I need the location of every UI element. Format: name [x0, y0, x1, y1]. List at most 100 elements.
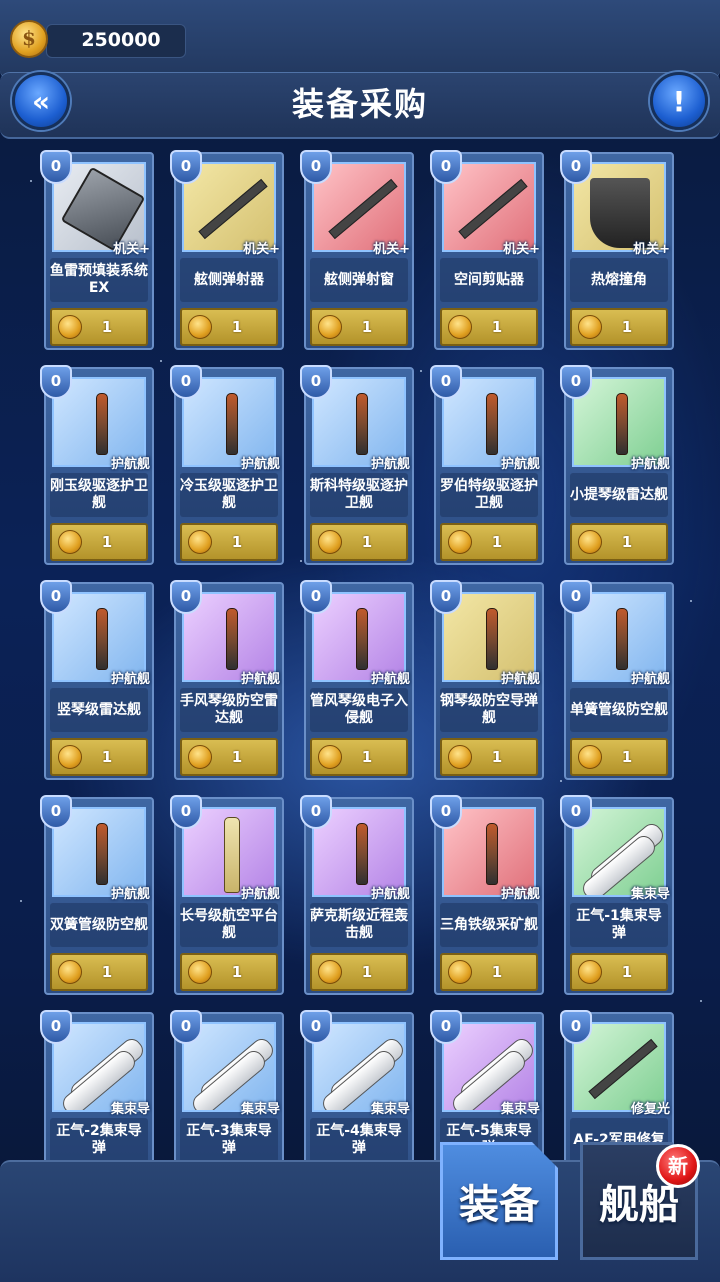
- item-name: 管风琴级电子入侵舰: [310, 688, 408, 732]
- level-shield-badge: 0: [560, 580, 592, 614]
- back-button[interactable]: «: [12, 72, 70, 130]
- item-card[interactable]: 护航舰 0 长号级航空平台舰 1: [170, 795, 284, 995]
- item-card[interactable]: 护航舰 0 罗伯特级驱逐护卫舰 1: [430, 365, 544, 565]
- buy-button[interactable]: 1: [180, 523, 278, 561]
- coin-icon: [188, 745, 212, 769]
- item-category: 机关+: [113, 242, 150, 257]
- coin-icon: [578, 315, 602, 339]
- tab-equipment-label: 装备: [459, 1182, 539, 1228]
- item-card[interactable]: 机关+ 0 舷侧弹射窗 1: [300, 150, 414, 350]
- buy-button[interactable]: 1: [570, 738, 668, 776]
- coin-icon: [578, 530, 602, 554]
- coin-icon: [318, 745, 342, 769]
- coin-icon: [188, 315, 212, 339]
- item-category: 护航舰: [500, 672, 540, 687]
- buy-button[interactable]: 1: [440, 738, 538, 776]
- item-card[interactable]: 机关+ 0 热熔撞角 1: [560, 150, 674, 350]
- item-card[interactable]: 护航舰 0 冷玉级驱逐护卫舰 1: [170, 365, 284, 565]
- ship-icon: [486, 393, 498, 455]
- long-icon: [224, 817, 240, 893]
- level-shield-badge: 0: [170, 365, 202, 399]
- buy-button[interactable]: 1: [570, 953, 668, 991]
- buy-button[interactable]: 1: [50, 953, 148, 991]
- item-name: 正气-1集束导弹: [570, 903, 668, 947]
- item-card[interactable]: 护航舰 0 手风琴级防空雷达舰 1: [170, 580, 284, 780]
- ship-icon: [96, 608, 108, 670]
- buy-button[interactable]: 1: [180, 308, 278, 346]
- item-price: 1: [231, 533, 243, 551]
- buy-button[interactable]: 1: [440, 953, 538, 991]
- item-name: 正气-2集束导弹: [50, 1118, 148, 1160]
- item-card[interactable]: 护航舰 0 刚玉级驱逐护卫舰 1: [40, 365, 154, 565]
- item-card[interactable]: 集束导0正气-4集束导弹1: [300, 1010, 414, 1160]
- item-name: 罗伯特级驱逐护卫舰: [440, 473, 538, 517]
- item-price: 1: [361, 533, 373, 551]
- level-shield-badge: 0: [170, 150, 202, 184]
- level-shield-badge: 0: [560, 365, 592, 399]
- item-card[interactable]: 护航舰 0 斯科特级驱逐护卫舰 1: [300, 365, 414, 565]
- ship-icon: [226, 608, 238, 670]
- buy-button[interactable]: 1: [440, 523, 538, 561]
- item-card[interactable]: 集束导0正气-2集束导弹1: [40, 1010, 154, 1160]
- item-card[interactable]: 护航舰 0 竖琴级雷达舰 1: [40, 580, 154, 780]
- buy-button[interactable]: 1: [570, 523, 668, 561]
- item-category: 机关+: [503, 242, 540, 257]
- double-chevron-left-icon: «: [31, 84, 51, 118]
- item-card[interactable]: 护航舰 0 管风琴级电子入侵舰 1: [300, 580, 414, 780]
- item-category: 护航舰: [370, 457, 410, 472]
- level-shield-badge: 0: [170, 795, 202, 829]
- coin-icon: [58, 960, 82, 984]
- info-button[interactable]: !: [650, 72, 708, 130]
- item-category: 护航舰: [500, 457, 540, 472]
- buy-button[interactable]: 1: [310, 523, 408, 561]
- level-shield-badge: 0: [430, 1010, 462, 1044]
- item-card[interactable]: 集束导 0 正气-1集束导弹 1: [560, 795, 674, 995]
- buy-button[interactable]: 1: [180, 953, 278, 991]
- ship-icon: [356, 393, 368, 455]
- buy-button[interactable]: 1: [310, 308, 408, 346]
- item-card[interactable]: 集束导0正气-3集束导弹1: [170, 1010, 284, 1160]
- buy-button[interactable]: 1: [50, 738, 148, 776]
- item-name: 刚玉级驱逐护卫舰: [50, 473, 148, 517]
- item-category: 修复光: [630, 1102, 670, 1117]
- coin-icon: [578, 745, 602, 769]
- tab-equipment[interactable]: 装备: [440, 1142, 558, 1260]
- ship-icon: [356, 608, 368, 670]
- ship-icon: [486, 608, 498, 670]
- item-name: 冷玉级驱逐护卫舰: [180, 473, 278, 517]
- buy-button[interactable]: 1: [50, 308, 148, 346]
- buy-button[interactable]: 1: [180, 738, 278, 776]
- item-card[interactable]: 护航舰 0 单簧管级防空舰 1: [560, 580, 674, 780]
- item-card[interactable]: 护航舰 0 小提琴级雷达舰 1: [560, 365, 674, 565]
- level-shield-badge: 0: [170, 1010, 202, 1044]
- item-category: 机关+: [373, 242, 410, 257]
- item-card[interactable]: 修复光0AF-2军用修复1: [560, 1010, 674, 1160]
- item-card[interactable]: 护航舰 0 三角铁级采矿舰 1: [430, 795, 544, 995]
- item-name: 正气-4集束导弹: [310, 1118, 408, 1160]
- coin-icon: [58, 315, 82, 339]
- buy-button[interactable]: 1: [310, 953, 408, 991]
- item-name: 单簧管级防空舰: [570, 688, 668, 732]
- item-card[interactable]: 机关+ 0 舷侧弹射器 1: [170, 150, 284, 350]
- item-price: 1: [621, 748, 633, 766]
- buy-button[interactable]: 1: [440, 308, 538, 346]
- buy-button[interactable]: 1: [310, 738, 408, 776]
- item-card[interactable]: 机关+ 0 鱼雷预填装系统EX 1: [40, 150, 154, 350]
- item-card[interactable]: 护航舰 0 萨克斯级近程轰击舰 1: [300, 795, 414, 995]
- item-name: 手风琴级防空雷达舰: [180, 688, 278, 732]
- item-category: 护航舰: [500, 887, 540, 902]
- level-shield-badge: 0: [560, 150, 592, 184]
- item-name: 热熔撞角: [570, 258, 668, 302]
- level-shield-badge: 0: [560, 1010, 592, 1044]
- page-title: 装备采购: [291, 85, 428, 123]
- ship-icon: [96, 823, 108, 885]
- new-badge: 新: [656, 1144, 700, 1188]
- item-card[interactable]: 机关+ 0 空间剪贴器 1: [430, 150, 544, 350]
- buy-button[interactable]: 1: [50, 523, 148, 561]
- item-card[interactable]: 护航舰 0 钢琴级防空导弹舰 1: [430, 580, 544, 780]
- buy-button[interactable]: 1: [570, 308, 668, 346]
- item-card[interactable]: 集束导0正气-5集束导弹1: [430, 1010, 544, 1160]
- item-card[interactable]: 护航舰 0 双簧管级防空舰 1: [40, 795, 154, 995]
- rod-icon: [198, 178, 268, 240]
- coin-icon: [58, 745, 82, 769]
